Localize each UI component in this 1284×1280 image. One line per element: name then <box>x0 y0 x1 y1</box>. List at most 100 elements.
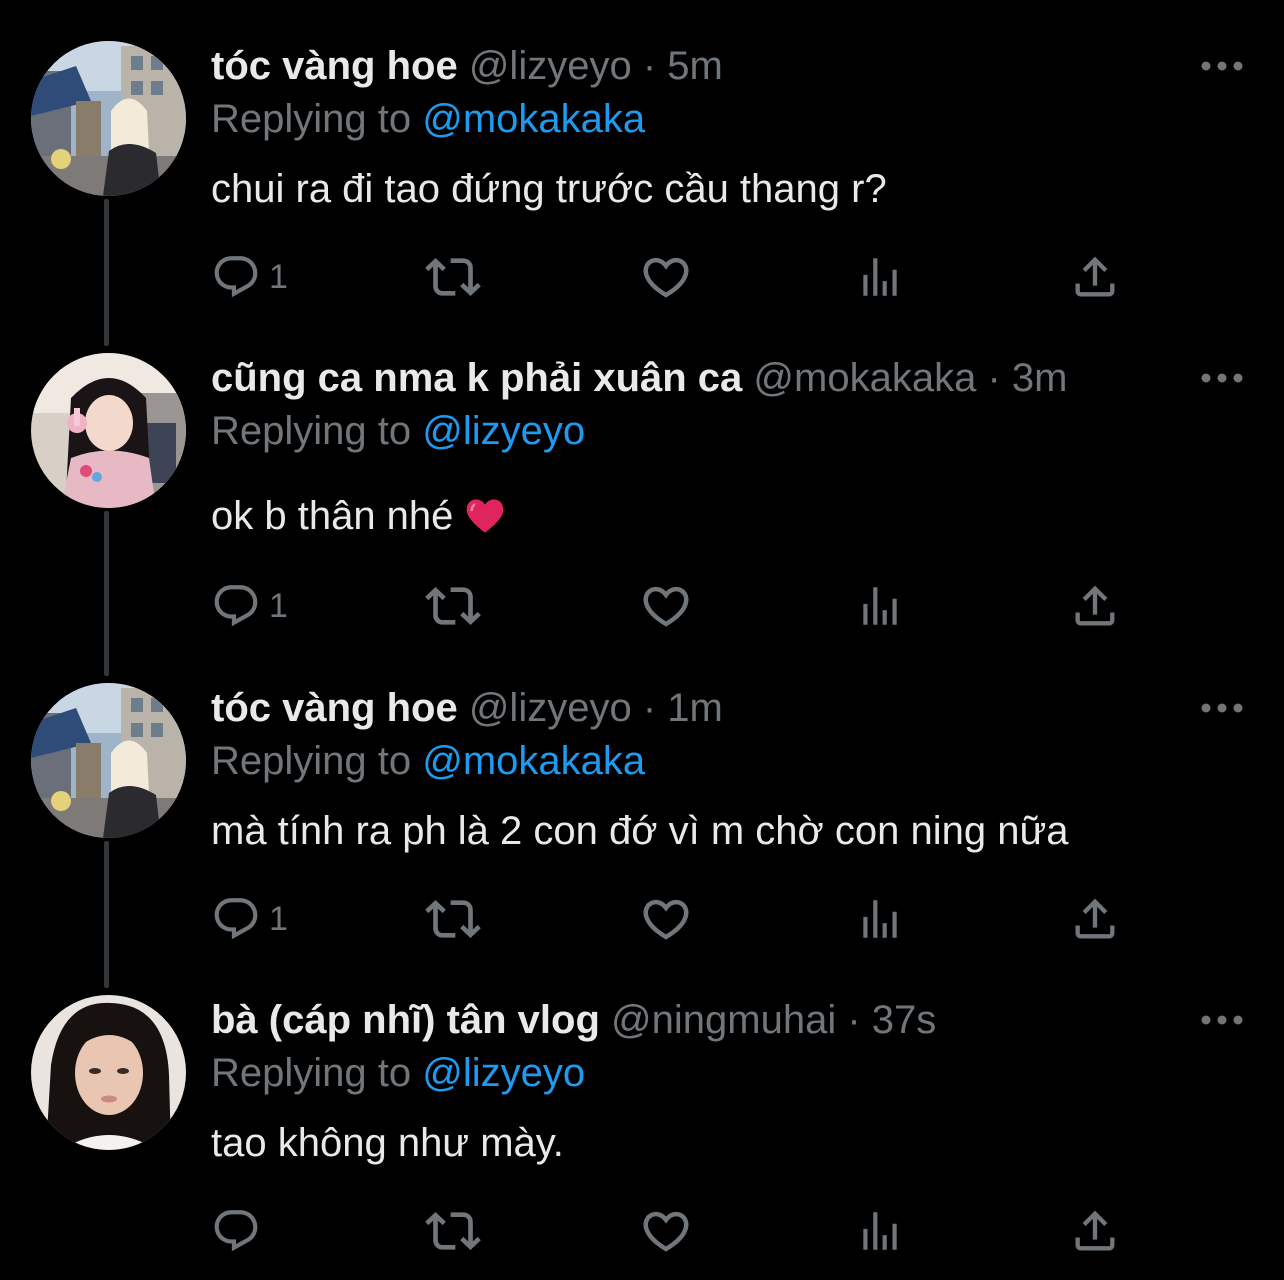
tweet-header: tóc vàng hoe @lizyeyo · 1m <box>211 684 723 732</box>
timestamp[interactable]: 1m <box>667 686 723 730</box>
replying-to: Replying to @mokakaka <box>211 737 645 785</box>
tweet[interactable]: tóc vàng hoe @lizyeyo · 1m Replying to @… <box>0 642 1284 972</box>
replying-to: Replying to @lizyeyo <box>211 407 585 455</box>
reply-icon <box>211 252 261 302</box>
like-button[interactable] <box>639 578 693 634</box>
retweet-button[interactable] <box>425 578 481 634</box>
mention-link[interactable]: @mokakaka <box>422 97 645 141</box>
mention-link[interactable]: @lizyeyo <box>422 409 585 453</box>
tweet[interactable]: tóc vàng hoe @lizyeyo · 5m Replying to @… <box>0 0 1284 330</box>
retweet-icon <box>425 891 481 947</box>
replying-to-label: Replying to <box>211 1051 412 1095</box>
conversation-thread: tóc vàng hoe @lizyeyo · 5m Replying to @… <box>0 0 1284 1280</box>
reply-icon <box>211 1206 261 1256</box>
timestamp[interactable]: 37s <box>872 998 937 1042</box>
display-name[interactable]: cũng ca nma k phải xuân ca <box>211 356 742 400</box>
share-icon <box>1069 251 1121 303</box>
share-icon <box>1069 580 1121 632</box>
replying-to-label: Replying to <box>211 409 412 453</box>
retweet-icon <box>425 578 481 634</box>
tweet-actions: 1 <box>211 249 1131 305</box>
tweet-header: cũng ca nma k phải xuân ca @mokakaka · 3… <box>211 354 1068 402</box>
replying-to-label: Replying to <box>211 739 412 783</box>
reply-count: 1 <box>269 587 288 625</box>
like-icon <box>639 892 693 946</box>
reply-button[interactable]: 1 <box>211 249 288 305</box>
avatar-street-photo <box>31 683 186 838</box>
more-icon[interactable] <box>1200 1010 1244 1030</box>
like-button[interactable] <box>639 249 693 305</box>
avatar-portrait <box>31 995 186 1150</box>
reply-button[interactable] <box>211 1203 269 1259</box>
share-button[interactable] <box>1069 578 1121 634</box>
views-icon <box>855 894 905 944</box>
retweet-button[interactable] <box>425 891 481 947</box>
tweet[interactable]: bà (cáp nhĩ) tân vlog @ningmuhai · 37s R… <box>0 954 1284 1280</box>
avatar[interactable] <box>31 683 186 838</box>
like-button[interactable] <box>639 891 693 947</box>
reply-count: 1 <box>269 258 288 296</box>
tweet-actions <box>211 1203 1131 1259</box>
views-icon <box>855 581 905 631</box>
user-handle[interactable]: @ningmuhai <box>611 998 836 1042</box>
red-heart-emoji <box>466 499 503 533</box>
separator-dot: · <box>642 44 657 88</box>
replying-to-label: Replying to <box>211 97 412 141</box>
retweet-icon <box>425 249 481 305</box>
user-handle[interactable]: @mokakaka <box>753 356 976 400</box>
tweet-text: ok b thân nhé <box>211 494 454 538</box>
share-icon <box>1069 1205 1121 1257</box>
share-button[interactable] <box>1069 249 1121 305</box>
tweet[interactable]: cũng ca nma k phải xuân ca @mokakaka · 3… <box>0 312 1284 642</box>
display-name[interactable]: tóc vàng hoe <box>211 686 458 730</box>
views-icon <box>855 1206 905 1256</box>
separator-dot: · <box>847 998 861 1042</box>
user-handle[interactable]: @lizyeyo <box>469 686 632 730</box>
reply-count: 1 <box>269 900 288 938</box>
tweet-text: mà tính ra ph là 2 con đớ vì m chờ con n… <box>211 809 1069 853</box>
reply-icon <box>211 894 261 944</box>
reply-button[interactable]: 1 <box>211 578 288 634</box>
mention-link[interactable]: @lizyeyo <box>422 1051 585 1095</box>
timestamp[interactable]: 5m <box>667 44 723 88</box>
share-button[interactable] <box>1069 891 1121 947</box>
replying-to: Replying to @mokakaka <box>211 95 645 143</box>
retweet-button[interactable] <box>425 249 481 305</box>
separator-dot: · <box>987 356 1001 400</box>
tweet-text: tao không như mày. <box>211 1121 564 1165</box>
tweet-text-container: ok b thân nhé <box>211 492 505 540</box>
avatar[interactable] <box>31 353 186 508</box>
separator-dot: · <box>642 686 657 730</box>
tweet-header: tóc vàng hoe @lizyeyo · 5m <box>211 42 723 90</box>
avatar-girl-pink <box>31 353 186 508</box>
like-icon <box>639 1204 693 1258</box>
more-icon[interactable] <box>1200 698 1244 718</box>
more-icon[interactable] <box>1200 368 1244 388</box>
views-button[interactable] <box>855 578 905 634</box>
share-icon <box>1069 893 1121 945</box>
views-icon <box>855 252 905 302</box>
avatar[interactable] <box>31 41 186 196</box>
tweet-actions: 1 <box>211 891 1131 947</box>
like-icon <box>639 579 693 633</box>
more-icon[interactable] <box>1200 56 1244 76</box>
share-button[interactable] <box>1069 1203 1121 1259</box>
avatar-street-photo <box>31 41 186 196</box>
like-button[interactable] <box>639 1203 693 1259</box>
avatar[interactable] <box>31 995 186 1150</box>
tweet-text: chui ra đi tao đứng trước cầu thang r? <box>211 167 887 211</box>
display-name[interactable]: bà (cáp nhĩ) tân vlog <box>211 998 600 1042</box>
tweet-actions: 1 <box>211 578 1131 634</box>
like-icon <box>639 250 693 304</box>
retweet-icon <box>425 1203 481 1259</box>
views-button[interactable] <box>855 249 905 305</box>
timestamp[interactable]: 3m <box>1012 356 1068 400</box>
display-name[interactable]: tóc vàng hoe <box>211 44 458 88</box>
retweet-button[interactable] <box>425 1203 481 1259</box>
views-button[interactable] <box>855 1203 905 1259</box>
mention-link[interactable]: @mokakaka <box>422 739 645 783</box>
reply-button[interactable]: 1 <box>211 891 288 947</box>
replying-to: Replying to @lizyeyo <box>211 1049 585 1097</box>
user-handle[interactable]: @lizyeyo <box>469 44 632 88</box>
views-button[interactable] <box>855 891 905 947</box>
